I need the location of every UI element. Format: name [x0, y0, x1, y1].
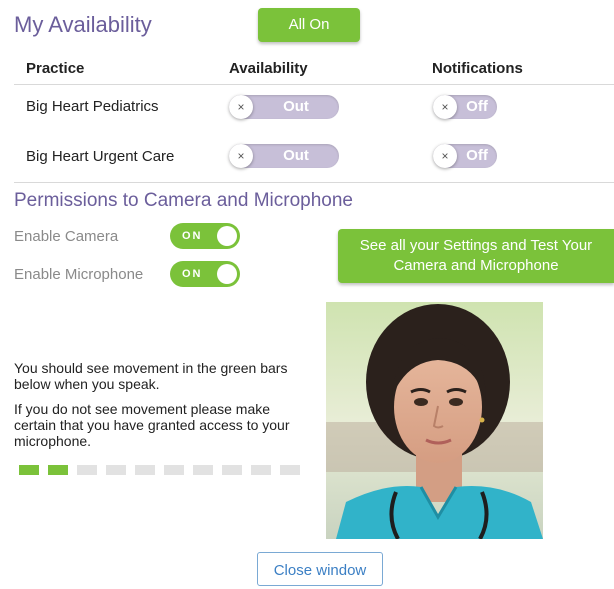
mic-level-meter — [19, 465, 309, 475]
microphone-toggle-state: ON — [182, 268, 203, 280]
column-header-availability: Availability — [229, 60, 308, 77]
mic-level-bar — [280, 465, 300, 475]
close-icon: × — [229, 144, 253, 168]
close-icon: × — [433, 144, 457, 168]
camera-toggle-state: ON — [182, 230, 203, 242]
mic-level-bar — [106, 465, 126, 475]
mic-level-bar — [135, 465, 155, 475]
settings-button-label: See all your Settings and Test Your Came… — [359, 237, 593, 274]
permissions-title: Permissions to Camera and Microphone — [14, 190, 353, 211]
practice-name: Big Heart Pediatrics — [26, 98, 159, 115]
availability-toggle[interactable]: × Out — [229, 144, 339, 168]
mic-level-bar — [77, 465, 97, 475]
mic-instructions: You should see movement in the green bar… — [14, 360, 288, 392]
availability-toggle[interactable]: × Out — [229, 95, 339, 119]
mic-level-bar — [164, 465, 184, 475]
close-window-button[interactable]: Close window — [257, 552, 383, 586]
page-title: My Availability — [14, 12, 152, 37]
toggle-knob — [217, 226, 237, 246]
availability-state: Out — [283, 98, 309, 115]
notifications-toggle[interactable]: × Off — [433, 144, 497, 168]
notifications-state: Off — [466, 98, 488, 115]
close-icon: × — [433, 95, 457, 119]
notifications-toggle[interactable]: × Off — [433, 95, 497, 119]
practice-name: Big Heart Urgent Care — [26, 148, 175, 165]
microphone-toggle[interactable]: ON — [170, 261, 240, 287]
divider — [14, 84, 614, 85]
camera-toggle[interactable]: ON — [170, 223, 240, 249]
camera-label: Enable Camera — [14, 228, 119, 245]
mic-level-bar — [222, 465, 242, 475]
availability-state: Out — [283, 147, 309, 164]
close-icon: × — [229, 95, 253, 119]
column-header-practice: Practice — [26, 60, 85, 77]
mic-troubleshoot-text: If you do not see movement please make c… — [14, 401, 290, 449]
mic-level-bar — [251, 465, 271, 475]
microphone-label: Enable Microphone — [14, 266, 144, 283]
column-header-notifications: Notifications — [432, 60, 523, 77]
mic-level-bar — [48, 465, 68, 475]
all-on-button[interactable]: All On — [258, 8, 360, 42]
mic-level-bar — [193, 465, 213, 475]
camera-preview — [326, 302, 543, 539]
toggle-knob — [217, 264, 237, 284]
divider — [14, 182, 614, 183]
notifications-state: Off — [466, 147, 488, 164]
mic-level-bar — [19, 465, 39, 475]
settings-and-test-button[interactable]: See all your Settings and Test Your Came… — [338, 229, 614, 283]
camera-preview-image — [326, 302, 543, 539]
